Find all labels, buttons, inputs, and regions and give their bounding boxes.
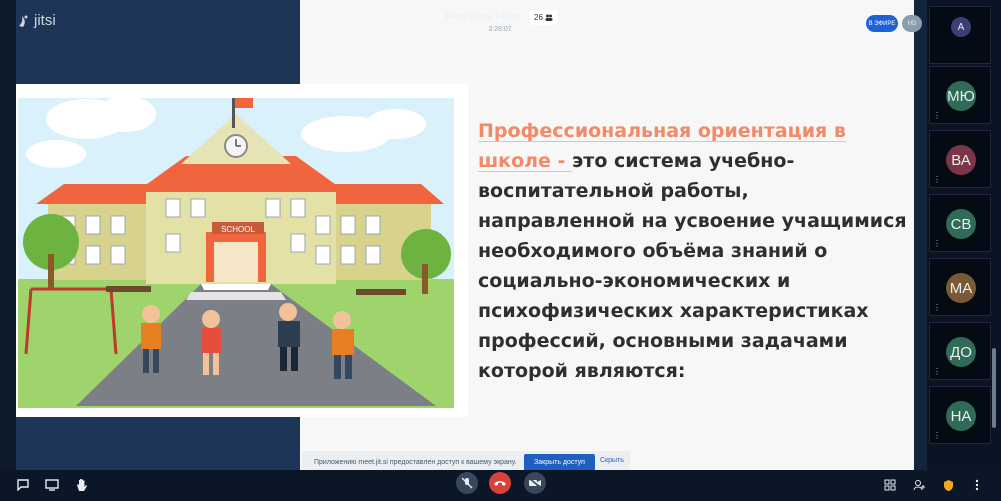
participant-avatar: ВА	[946, 145, 976, 175]
participant-tile[interactable]: ВА ⋮	[929, 130, 991, 188]
notification-text: Приложению meet.jit.si предоставлен дост…	[314, 459, 517, 466]
participant-tile[interactable]: МА ⋮	[929, 258, 991, 316]
camera-toggle-button[interactable]	[524, 472, 546, 494]
participant-avatar: МЮ	[946, 81, 976, 111]
school-sign-text: SCHOOL	[221, 225, 255, 234]
participants-icon	[545, 14, 553, 21]
tile-menu-icon[interactable]: ⋮	[933, 112, 941, 120]
microphone-muted-icon	[461, 477, 473, 489]
screen-share-icon[interactable]	[42, 475, 62, 495]
participant-avatar: A	[951, 17, 971, 37]
camera-off-icon	[528, 477, 542, 489]
participant-avatar: СВ	[946, 209, 976, 239]
tile-menu-icon[interactable]: ⋮	[933, 304, 941, 312]
tile-menu-icon[interactable]: ⋮	[933, 432, 941, 440]
security-shield-icon[interactable]	[938, 475, 958, 495]
hangup-button[interactable]	[489, 472, 511, 494]
participant-count-value: 26	[534, 13, 543, 22]
participant-tile[interactable]: НА ⋮	[929, 386, 991, 444]
left-edge-strip	[0, 0, 16, 501]
participant-tile[interactable]: СВ ⋮	[929, 194, 991, 252]
filmstrip-scrollbar[interactable]	[992, 348, 996, 428]
stop-sharing-button[interactable]: Закрыть доступ	[524, 454, 595, 471]
invite-people-icon[interactable]	[909, 475, 929, 495]
tile-menu-icon[interactable]: ⋮	[933, 240, 941, 248]
video-quality-badge[interactable]: HD	[902, 15, 922, 32]
logo-text: jitsi	[34, 12, 56, 29]
hide-notification-link[interactable]: Скрыть	[600, 457, 624, 464]
chat-icon[interactable]	[13, 475, 33, 495]
more-options-icon[interactable]	[967, 475, 987, 495]
participant-avatar: НА	[946, 401, 976, 431]
participant-avatar: ДО	[946, 337, 976, 367]
school-illustration: SCHOOL	[16, 84, 468, 417]
conference-timer: 3:28:07	[488, 26, 512, 33]
participant-tile[interactable]: A	[929, 6, 991, 64]
tile-menu-icon[interactable]: ⋮	[933, 176, 941, 184]
participant-tile[interactable]: ДО ⋮	[929, 322, 991, 380]
tile-menu-icon[interactable]: ⋮	[933, 368, 941, 376]
jitsi-logo: jitsi	[16, 12, 56, 29]
tile-view-icon[interactable]	[880, 475, 900, 495]
meeting-stage: jitsi SCHOOL Профессиональная ориентация…	[0, 0, 1001, 501]
hangup-icon	[494, 481, 506, 486]
raise-hand-icon[interactable]	[72, 475, 92, 495]
participant-count-badge[interactable]: 26	[530, 10, 557, 25]
participant-tile[interactable]: МЮ ⋮	[929, 66, 991, 124]
slide-body-text: Профессиональная ориентация в школе - эт…	[478, 116, 908, 386]
microphone-toggle-button[interactable]	[456, 472, 478, 494]
jitsi-logo-icon	[19, 15, 28, 27]
participant-avatar: МА	[946, 273, 976, 303]
live-status-badge: В ЭФИРЕ	[866, 15, 898, 32]
slide-definition: это система учебно-воспитательной работы…	[478, 150, 907, 382]
participant-filmstrip: A МЮ ⋮ ВА ⋮ СВ ⋮ МА ⋮ ДО ⋮ НА ⋮	[927, 0, 1001, 470]
